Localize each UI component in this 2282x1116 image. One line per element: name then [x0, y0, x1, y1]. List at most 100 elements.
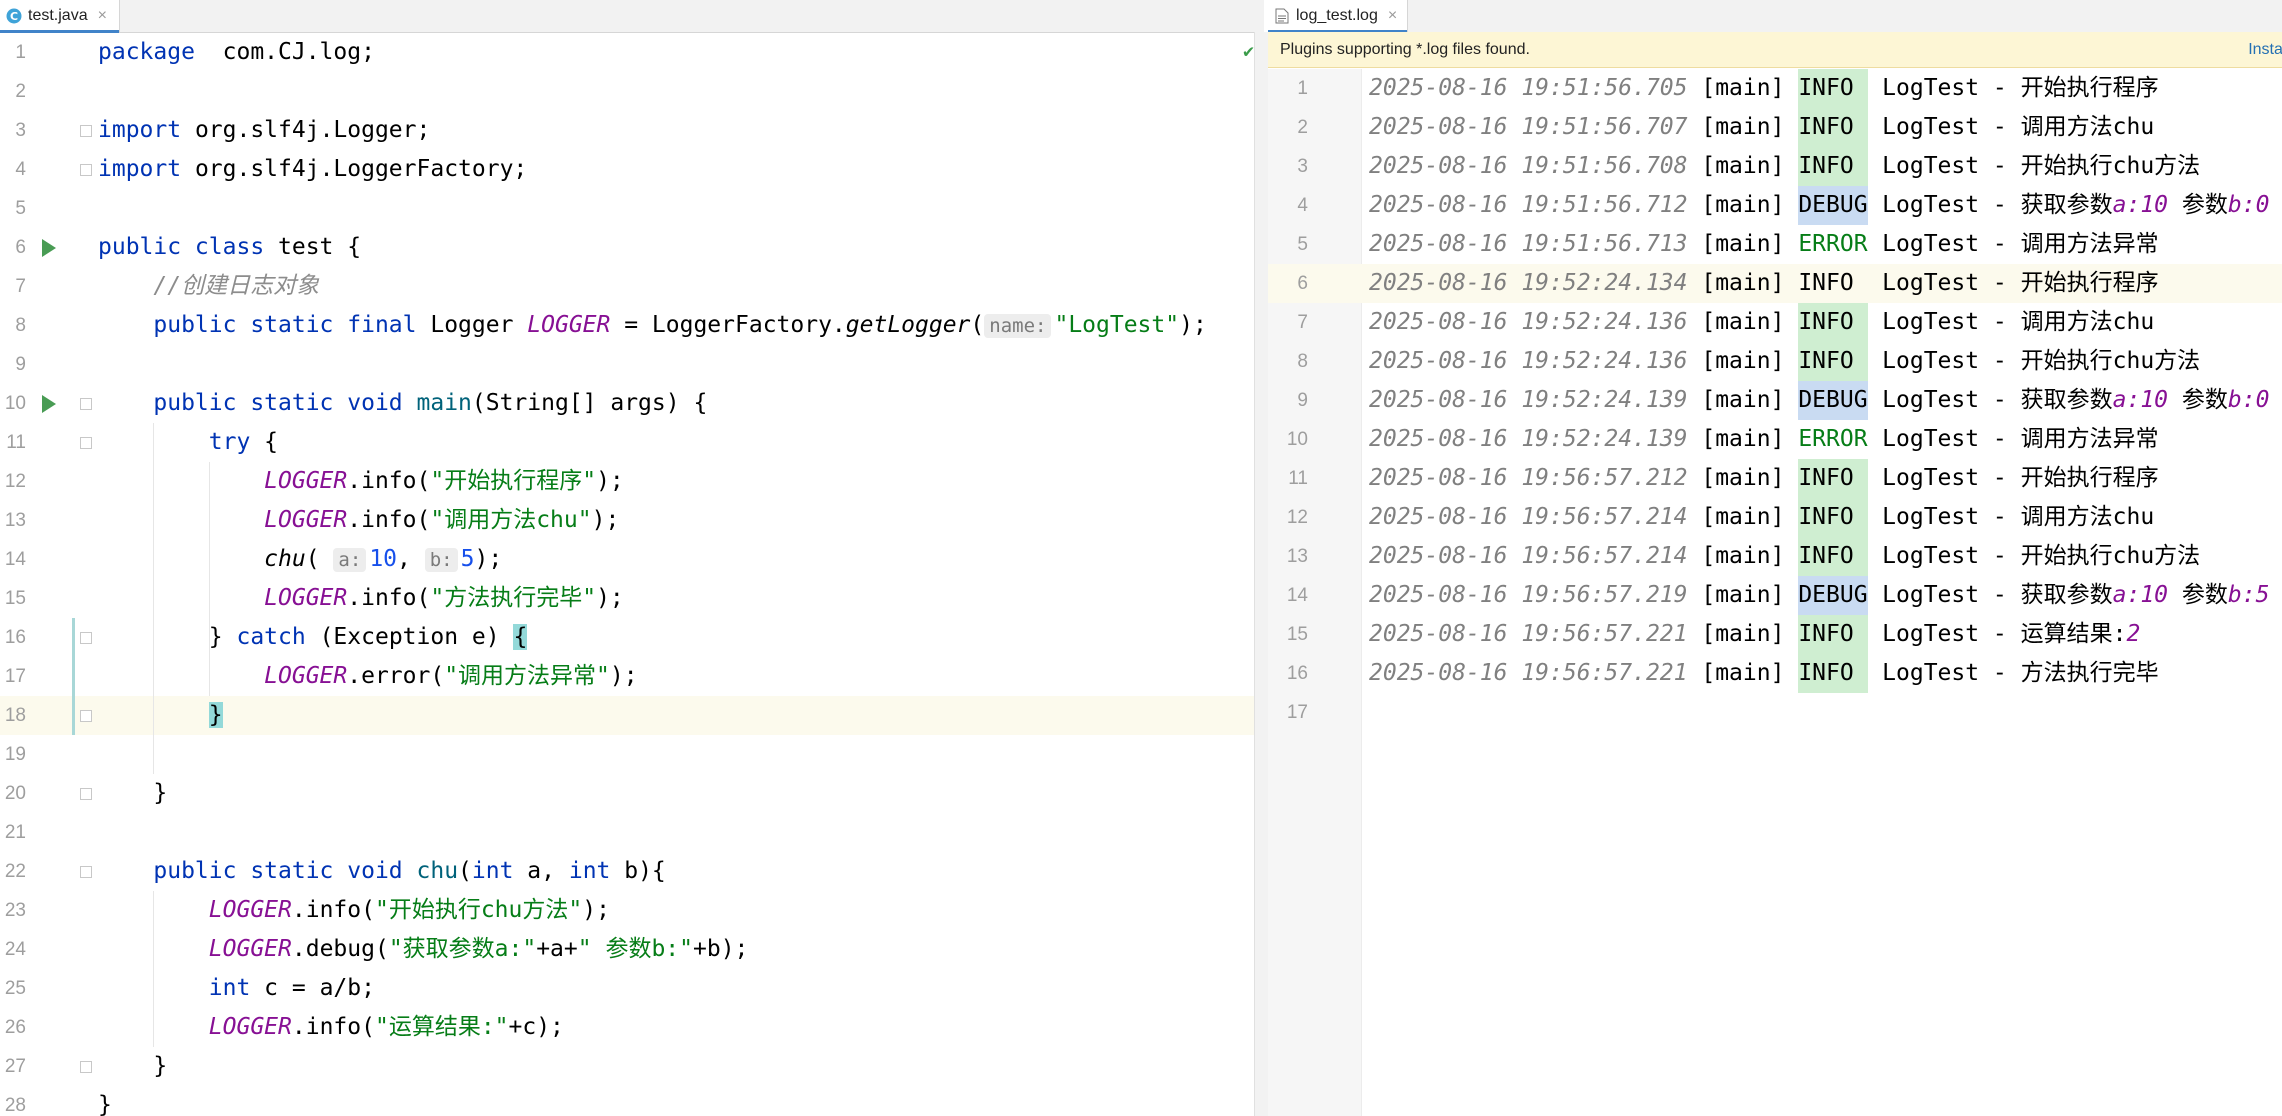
code-token: catch: [236, 624, 306, 650]
line-number: 7: [1297, 312, 1308, 333]
line-number: 21: [4, 822, 26, 843]
log-timestamp: 2025-08-16 19:56:57.212: [1369, 465, 1688, 491]
fold-icon[interactable]: [80, 437, 92, 449]
fold-icon[interactable]: [80, 1061, 92, 1073]
log-level-badge: INFO: [1798, 537, 1869, 576]
code-line[interactable]: 14 chu( a: 10, b: 5);: [0, 540, 1264, 579]
code-text: public static void chu(int a, int b){: [98, 852, 665, 891]
code-line[interactable]: 11 try {: [0, 423, 1264, 462]
code-line[interactable]: 5: [0, 189, 1264, 228]
code-line[interactable]: 26 LOGGER.info("运算结果:"+c);: [0, 1008, 1264, 1047]
tab-test-java[interactable]: C test.java ×: [0, 0, 120, 33]
log-line[interactable]: 3 2025-08-16 19:51:56.708 [main] INFO Log…: [1268, 147, 2282, 186]
log-line[interactable]: 17: [1268, 693, 2282, 732]
log-line[interactable]: 12 2025-08-16 19:56:57.214 [main] INFO Lo…: [1268, 498, 2282, 537]
code-line[interactable]: 13 LOGGER.info("调用方法chu");: [0, 501, 1264, 540]
code-token: int: [471, 858, 514, 884]
code-token: "方法执行完毕": [430, 585, 597, 611]
close-icon[interactable]: ×: [98, 8, 107, 24]
log-line[interactable]: 5 2025-08-16 19:51:56.713 [main] ERROR Lo…: [1268, 225, 2282, 264]
code-token: +a+: [536, 936, 578, 962]
code-line[interactable]: 24 LOGGER.debug("获取参数a:"+a+" 参数b:"+b);: [0, 930, 1264, 969]
log-text-editor[interactable]: 1 2025-08-16 19:51:56.705 [main] INFO Log…: [1268, 69, 2282, 1116]
log-line[interactable]: 11 2025-08-16 19:56:57.212 [main] INFO Lo…: [1268, 459, 2282, 498]
code-line[interactable]: 23 LOGGER.info("开始执行chu方法");: [0, 891, 1264, 930]
log-line[interactable]: 14 2025-08-16 19:56:57.219 [main] DEBUG L…: [1268, 576, 2282, 615]
code-line[interactable]: 9: [0, 345, 1264, 384]
code-line[interactable]: 4 import org.slf4j.LoggerFactory;: [0, 150, 1264, 189]
code-line[interactable]: 18 }: [0, 696, 1264, 735]
log-timestamp: 2025-08-16 19:52:24.139: [1369, 387, 1688, 413]
fold-icon[interactable]: [80, 632, 92, 644]
log-message: LogTest - 获取参数: [1868, 192, 2113, 218]
log-line[interactable]: 4 2025-08-16 19:51:56.712 [main] DEBUG Lo…: [1268, 186, 2282, 225]
run-icon[interactable]: [42, 239, 56, 257]
code-line[interactable]: 12 LOGGER.info("开始执行程序");: [0, 462, 1264, 501]
log-line[interactable]: 16 2025-08-16 19:56:57.221 [main] INFO Lo…: [1268, 654, 2282, 693]
log-thread: [main]: [1701, 114, 1785, 140]
fold-icon[interactable]: [80, 164, 92, 176]
log-line[interactable]: 1 2025-08-16 19:51:56.705 [main] INFO Log…: [1268, 69, 2282, 108]
code-line[interactable]: 16 } catch (Exception e) {: [0, 618, 1264, 657]
log-timestamp: 2025-08-16 19:51:56.705: [1369, 75, 1688, 101]
code-token: main: [416, 390, 472, 416]
inspection-ok-icon[interactable]: ✔: [1243, 41, 1254, 62]
fold-icon[interactable]: [80, 866, 92, 878]
log-entry-text: 2025-08-16 19:56:57.212 [main] INFO LogT…: [1369, 459, 2159, 498]
code-token: "开始执行程序": [430, 468, 597, 494]
line-number: 14: [4, 549, 26, 570]
code-line[interactable]: 7 //创建日志对象: [0, 267, 1264, 306]
close-icon[interactable]: ×: [1388, 8, 1397, 24]
log-level-badge: INFO: [1798, 498, 1869, 537]
code-line[interactable]: 17 LOGGER.error("调用方法异常");: [0, 657, 1264, 696]
log-line[interactable]: 10 2025-08-16 19:52:24.139 [main] ERROR L…: [1268, 420, 2282, 459]
line-number: 16: [1286, 663, 1308, 684]
code-line[interactable]: 19: [0, 735, 1264, 774]
log-line[interactable]: 9 2025-08-16 19:52:24.139 [main] DEBUG Lo…: [1268, 381, 2282, 420]
fold-icon[interactable]: [80, 125, 92, 137]
log-file-icon: [1274, 8, 1290, 24]
install-plugins-link[interactable]: Install: [2248, 32, 2282, 68]
log-thread: [main]: [1701, 660, 1785, 686]
log-line[interactable]: 7 2025-08-16 19:52:24.136 [main] INFO Log…: [1268, 303, 2282, 342]
vcs-change-marker[interactable]: [72, 618, 75, 735]
code-line[interactable]: 6 public class test {: [0, 228, 1264, 267]
code-line[interactable]: 1 package com.CJ.log;: [0, 33, 1264, 72]
code-line[interactable]: 3 import org.slf4j.Logger;: [0, 111, 1264, 150]
code-line[interactable]: 22 public static void chu(int a, int b){: [0, 852, 1264, 891]
log-timestamp: 2025-08-16 19:52:24.139: [1369, 426, 1688, 452]
fold-icon[interactable]: [80, 710, 92, 722]
line-number: 1: [15, 42, 26, 63]
code-line[interactable]: 15 LOGGER.info("方法执行完毕");: [0, 579, 1264, 618]
tab-log-test-log[interactable]: log_test.log ×: [1268, 0, 1408, 33]
code-token: LOGGER: [208, 1014, 292, 1040]
code-line[interactable]: 2: [0, 72, 1264, 111]
fold-icon[interactable]: [80, 788, 92, 800]
code-line[interactable]: 25 int c = a/b;: [0, 969, 1264, 1008]
code-line[interactable]: 28}: [0, 1086, 1264, 1116]
code-line[interactable]: 20 }: [0, 774, 1264, 813]
code-line[interactable]: 27 }: [0, 1047, 1264, 1086]
code-line[interactable]: 10 public static void main(String[] args…: [0, 384, 1264, 423]
code-text: public static final Logger LOGGER = Logg…: [98, 306, 1207, 346]
log-entry-text: 2025-08-16 19:56:57.214 [main] INFO LogT…: [1369, 498, 2154, 537]
code-token: "开始执行chu方法": [374, 897, 583, 923]
code-line[interactable]: 8 public static final Logger LOGGER = Lo…: [0, 306, 1264, 345]
log-message: LogTest - 开始执行chu方法: [1868, 153, 2201, 179]
java-code-editor[interactable]: 1 package com.CJ.log; 2 3 import org.slf4j.L…: [0, 33, 1264, 1116]
line-number: 22: [4, 861, 26, 882]
log-line[interactable]: 2 2025-08-16 19:51:56.707 [main] INFO Log…: [1268, 108, 2282, 147]
tab-label: test.java: [28, 7, 88, 24]
log-line[interactable]: 13 2025-08-16 19:56:57.214 [main] INFO Lo…: [1268, 537, 2282, 576]
code-token: LOGGER: [527, 312, 611, 338]
line-number: 15: [4, 588, 26, 609]
line-number: 6: [15, 237, 26, 258]
run-icon[interactable]: [42, 395, 56, 413]
fold-icon[interactable]: [80, 398, 92, 410]
log-line[interactable]: 8 2025-08-16 19:52:24.136 [main] INFO Log…: [1268, 342, 2282, 381]
log-line[interactable]: 6 2025-08-16 19:52:24.134 [main] INFO Log…: [1268, 264, 2282, 303]
log-line[interactable]: 15 2025-08-16 19:56:57.221 [main] INFO Lo…: [1268, 615, 2282, 654]
code-line[interactable]: 21: [0, 813, 1264, 852]
